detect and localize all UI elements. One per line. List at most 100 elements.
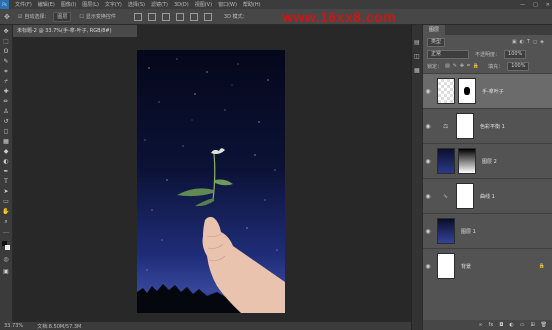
layer-row[interactable]: ◉ 背景 🔒 bbox=[423, 248, 552, 283]
align-right-icon[interactable] bbox=[203, 12, 212, 21]
eye-icon[interactable]: ◉ bbox=[423, 88, 433, 95]
eye-icon[interactable]: ◉ bbox=[423, 228, 433, 235]
fill-label: 填充： bbox=[488, 63, 504, 70]
history-panel-icon[interactable]: ▤ bbox=[414, 39, 420, 46]
opacity-field[interactable]: 100% bbox=[504, 49, 527, 59]
3d-mode-label: 3D 模式： bbox=[223, 14, 248, 20]
close-button[interactable]: ✕ bbox=[546, 2, 550, 8]
gradient-tool-icon[interactable]: ▦ bbox=[2, 139, 10, 145]
minimize-button[interactable]: — bbox=[520, 2, 525, 8]
healing-tool-icon[interactable]: ✚ bbox=[2, 89, 10, 95]
layer-kind-filter[interactable]: 类型 bbox=[427, 37, 446, 47]
new-layer-icon[interactable]: ⊞ bbox=[530, 322, 534, 328]
eraser-tool-icon[interactable]: ◻ bbox=[2, 129, 10, 135]
layer-name: 手-拿叶子 bbox=[482, 88, 504, 95]
filter-icons[interactable]: ▣◐T◻◈ bbox=[512, 39, 547, 45]
lock-icons[interactable]: ▨✎✥⌗🔒 bbox=[445, 63, 482, 69]
auto-select-checkbox[interactable]: ☑ bbox=[18, 14, 22, 20]
align-center-icon[interactable] bbox=[189, 12, 198, 21]
zoom-tool-icon[interactable]: ⌕ bbox=[2, 219, 10, 225]
brush-tool-icon[interactable]: ✏ bbox=[2, 99, 10, 105]
adjust-icon[interactable]: ◐ bbox=[509, 322, 513, 328]
dodge-tool-icon[interactable]: ◐ bbox=[2, 159, 10, 165]
layer-row[interactable]: ◉ 图层 2 bbox=[423, 143, 552, 178]
hand-tool-icon[interactable]: ✋ bbox=[2, 209, 10, 215]
layer-name: 图层 1 bbox=[461, 228, 476, 235]
menu-edit[interactable]: 编辑(E) bbox=[38, 1, 55, 8]
layer-row[interactable]: ◉ ⚖ 色彩平衡 1 bbox=[423, 108, 552, 143]
move-tool-icon[interactable]: ✥ bbox=[4, 13, 10, 21]
layer-name: 曲线 1 bbox=[480, 193, 495, 200]
document-tab[interactable]: 未标题-2 @ 33.7%(手-拿-叶子, RGB/8#) bbox=[13, 25, 137, 37]
menu-window[interactable]: 窗口(W) bbox=[218, 1, 237, 8]
canvas-artwork bbox=[137, 58, 285, 313]
background-color-swatch[interactable] bbox=[5, 245, 10, 250]
menu-image[interactable]: 图像(I) bbox=[61, 1, 76, 8]
layer-name: 图层 2 bbox=[482, 158, 497, 165]
eye-icon[interactable]: ◉ bbox=[423, 193, 433, 200]
window-controls: — □ ✕ bbox=[520, 0, 550, 9]
eye-icon[interactable]: ◉ bbox=[423, 263, 433, 270]
document-canvas[interactable] bbox=[137, 50, 285, 313]
properties-panel-icon[interactable]: ◫ bbox=[414, 53, 420, 60]
fx-icon[interactable]: fx bbox=[489, 322, 494, 328]
menu-help[interactable]: 帮助(H) bbox=[243, 1, 261, 8]
layer-row[interactable]: ◉ ∿ 曲线 1 bbox=[423, 178, 552, 213]
menu-layer[interactable]: 图层(L) bbox=[82, 1, 99, 8]
quick-mask-icon[interactable]: ◎ bbox=[2, 257, 10, 263]
history-brush-icon[interactable]: ↺ bbox=[2, 119, 10, 125]
tools-panel: ✥ ⬚ ʘ ✎ ⌗ ⌿ ✚ ✏ ♙ ↺ ◻ ▦ ◆ ◐ ✒ T ➤ ▭ ✋ ⌕ … bbox=[0, 25, 13, 322]
align-middle-icon[interactable] bbox=[147, 12, 156, 21]
eye-icon[interactable]: ◉ bbox=[423, 123, 433, 130]
crop-tool-icon[interactable]: ⌗ bbox=[2, 69, 10, 75]
menu-bar: Ps 文件(F) 编辑(E) 图像(I) 图层(L) 文字(Y) 选择(S) 滤… bbox=[0, 0, 552, 9]
more-tools-icon[interactable]: … bbox=[2, 229, 10, 235]
layer-row[interactable]: ◉ 手-拿叶子 bbox=[423, 73, 552, 108]
maximize-button[interactable]: □ bbox=[533, 2, 538, 8]
layer-mask-thumbnail bbox=[458, 78, 476, 104]
menu-select[interactable]: 选择(S) bbox=[128, 1, 145, 8]
layer-thumbnail bbox=[437, 253, 455, 279]
screen-mode-icon[interactable]: ▣ bbox=[2, 269, 10, 275]
align-top-icon[interactable] bbox=[133, 12, 142, 21]
fill-field[interactable]: 100% bbox=[507, 61, 530, 71]
layer-mask-thumbnail bbox=[458, 148, 476, 174]
align-left-icon[interactable] bbox=[175, 12, 184, 21]
stamp-tool-icon[interactable]: ♙ bbox=[2, 109, 10, 115]
pen-tool-icon[interactable]: ✒ bbox=[2, 169, 10, 175]
path-select-tool-icon[interactable]: ➤ bbox=[2, 189, 10, 195]
menu-file[interactable]: 文件(F) bbox=[15, 1, 32, 8]
menu-filter[interactable]: 滤镜(T) bbox=[151, 1, 168, 8]
status-bar: 33.73% 文档:8.50M/57.3M bbox=[0, 322, 411, 330]
transform-checkbox[interactable]: ☐ bbox=[79, 14, 83, 20]
lasso-tool-icon[interactable]: ʘ bbox=[2, 49, 10, 55]
curves-adjustment-icon: ∿ bbox=[443, 192, 449, 200]
menu-view[interactable]: 视图(V) bbox=[195, 1, 212, 8]
transform-controls-label: 显示变换控件 bbox=[85, 14, 116, 20]
tab-layers[interactable]: 图层 bbox=[423, 25, 446, 35]
type-tool-icon[interactable]: T bbox=[2, 179, 10, 185]
quick-select-tool-icon[interactable]: ✎ bbox=[2, 59, 10, 65]
blend-mode-dropdown[interactable]: 正常 bbox=[427, 49, 469, 59]
move-tool-icon[interactable]: ✥ bbox=[2, 29, 10, 35]
folder-icon[interactable]: ▭ bbox=[520, 322, 525, 328]
eye-icon[interactable]: ◉ bbox=[423, 158, 433, 165]
swatches-panel-icon[interactable]: ▦ bbox=[414, 67, 420, 74]
shape-tool-icon[interactable]: ▭ bbox=[2, 199, 10, 205]
blur-tool-icon[interactable]: ◆ bbox=[2, 149, 10, 155]
layer-name: 背景 bbox=[461, 263, 472, 270]
menu-3d[interactable]: 3D(D) bbox=[174, 2, 189, 8]
trash-icon[interactable]: 🗑 bbox=[541, 322, 547, 328]
zoom-level[interactable]: 33.73% bbox=[4, 323, 23, 329]
auto-select-label: 自动选择： bbox=[24, 14, 50, 20]
layers-panel-header: 图层 bbox=[423, 25, 552, 35]
layer-row[interactable]: ◉ 图层 1 bbox=[423, 213, 552, 248]
align-bottom-icon[interactable] bbox=[161, 12, 170, 21]
menu-type[interactable]: 文字(Y) bbox=[105, 1, 122, 8]
auto-select-dropdown[interactable]: 图层 bbox=[53, 11, 72, 22]
link-icon[interactable]: ∞ bbox=[478, 322, 482, 328]
mask-icon[interactable]: ◘ bbox=[499, 322, 503, 328]
eyedropper-tool-icon[interactable]: ⌿ bbox=[2, 79, 10, 85]
document-info[interactable]: 文档:8.50M/57.3M bbox=[37, 323, 81, 330]
marquee-tool-icon[interactable]: ⬚ bbox=[2, 39, 10, 45]
